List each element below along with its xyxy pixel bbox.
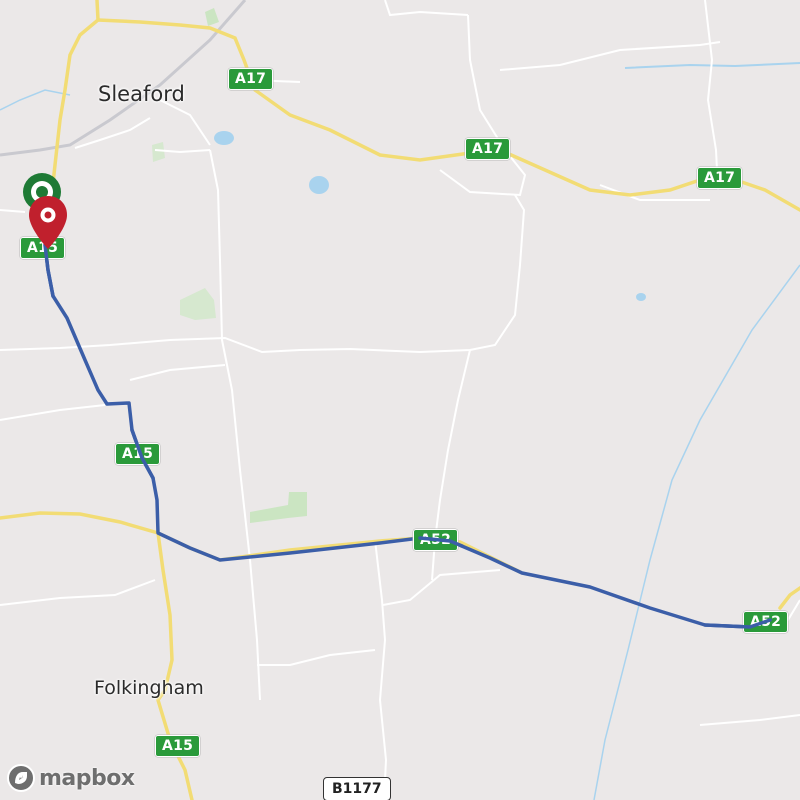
red-pin-marker-icon[interactable]	[24, 194, 72, 252]
place-label-sleaford: Sleaford	[98, 82, 185, 106]
place-label-folkingham: Folkingham	[94, 677, 204, 699]
mapbox-attribution[interactable]: mapbox	[6, 762, 135, 794]
route-line	[43, 243, 772, 629]
road-shield-a52: A52	[413, 529, 459, 551]
mapbox-logo-icon	[7, 764, 35, 792]
road-shield-a15: A15	[155, 735, 201, 757]
road-shield-a15: A15	[115, 443, 161, 465]
map-canvas[interactable]: Sleaford Folkingham A17 A17 A17 A15 A15 …	[0, 0, 800, 800]
mapbox-wordmark: mapbox	[39, 765, 135, 791]
road-shield-b1177: B1177	[323, 777, 391, 800]
road-shield-a17: A17	[228, 68, 274, 90]
road-shield-a52: A52	[743, 611, 789, 633]
road-shield-a17: A17	[465, 138, 511, 160]
road-shield-a17: A17	[697, 167, 743, 189]
